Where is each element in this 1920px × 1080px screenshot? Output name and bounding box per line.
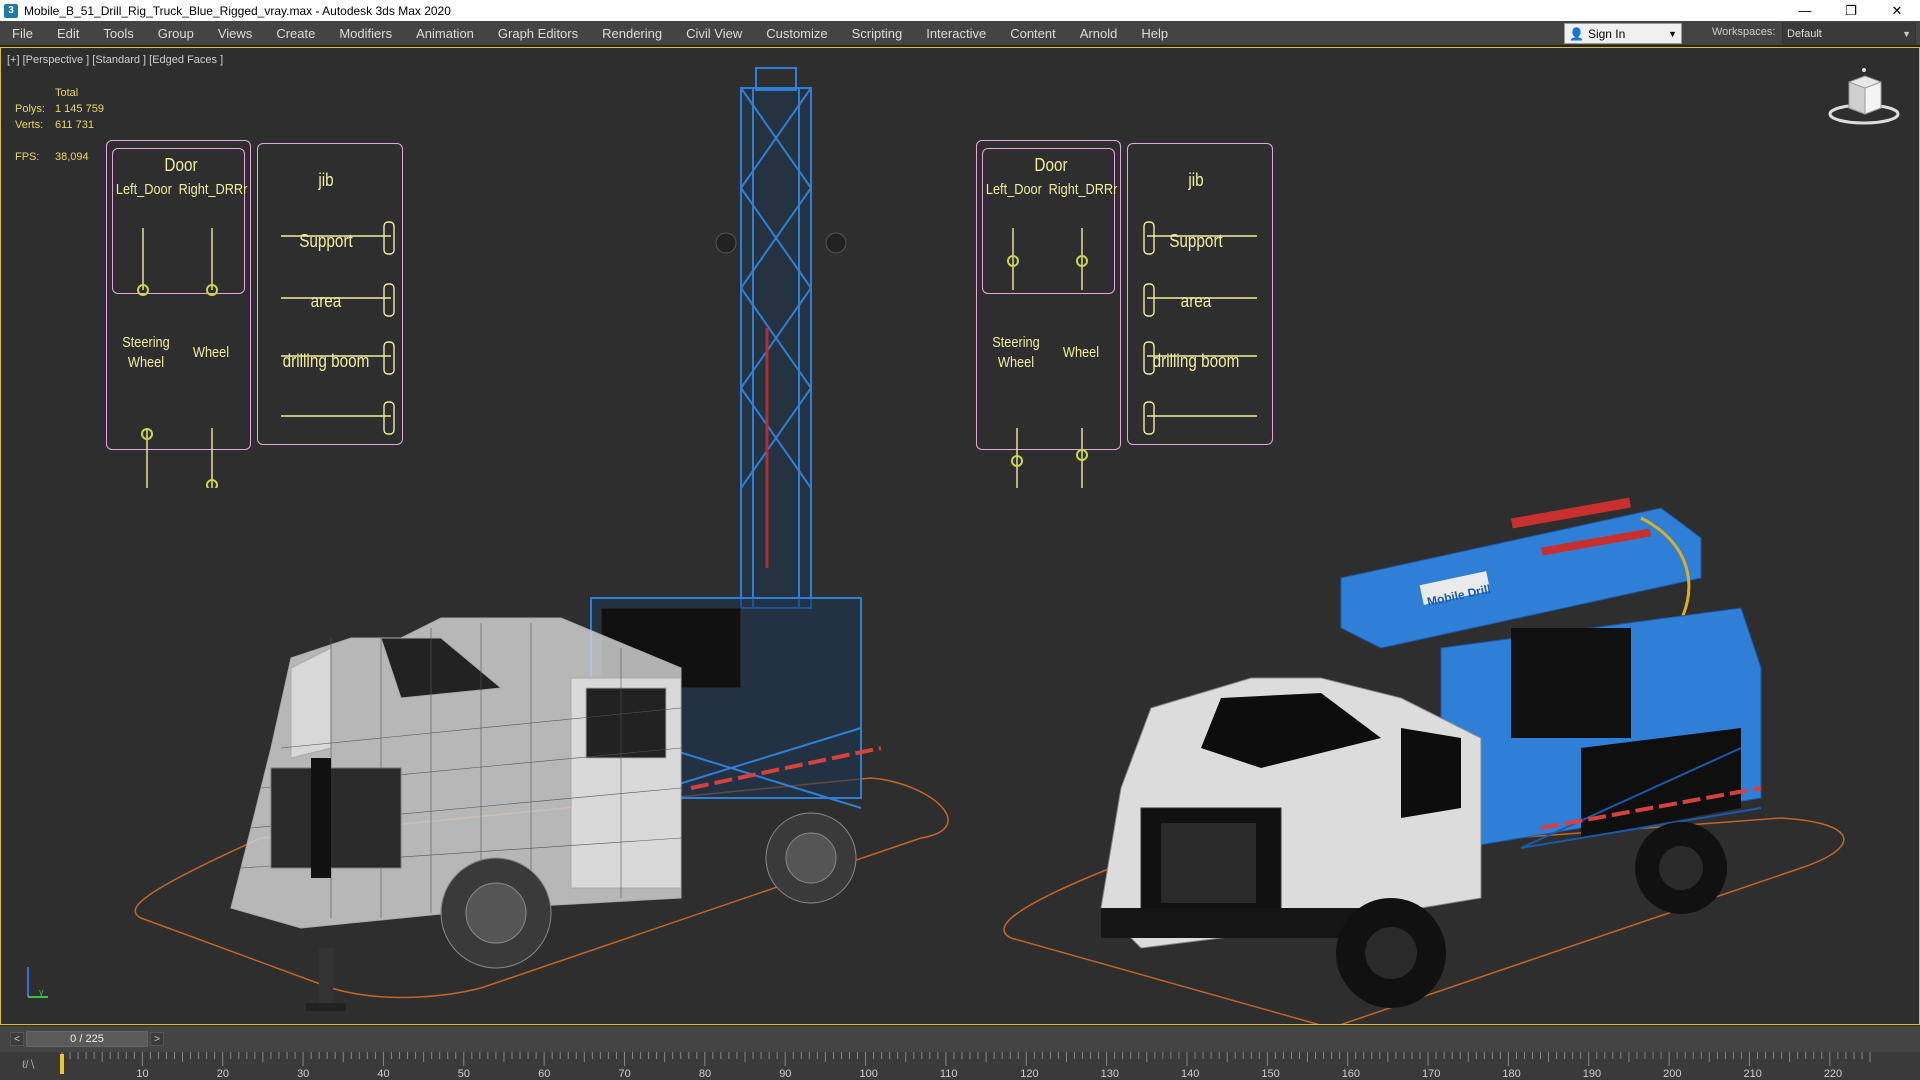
- current-frame-marker[interactable]: [60, 1054, 64, 1074]
- menu-rendering[interactable]: Rendering: [590, 21, 674, 46]
- ruler-tick-label: 50: [458, 1068, 470, 1080]
- left-door-label: Left_Door: [115, 181, 172, 198]
- ruler-tick-label: 70: [618, 1068, 630, 1080]
- time-slider-bar: < 0 / 225 >: [0, 1026, 1920, 1052]
- rendered-truck[interactable]: Mobile Drill: [1100, 497, 1762, 1008]
- menu-interactive[interactable]: Interactive: [914, 21, 998, 46]
- ruler-tick-label: 210: [1743, 1068, 1761, 1080]
- menu-scripting[interactable]: Scripting: [840, 21, 915, 46]
- door-label: Door: [1034, 155, 1068, 175]
- workspaces-select[interactable]: Default ▼: [1782, 23, 1916, 44]
- workspaces-label: Workspaces:: [1712, 26, 1776, 38]
- sign-in-dropdown[interactable]: 👤 Sign In ▼: [1564, 23, 1682, 44]
- track-bar[interactable]: ℓ/∖ 10 20 30 40 50 60 70 80 90 100 110 120 130 140 150…: [0, 1052, 1920, 1080]
- right-panel-sliders[interactable]: [971, 198, 1281, 488]
- chevron-down-icon: ▼: [1902, 28, 1911, 39]
- time-slider[interactable]: 0 / 225: [26, 1031, 148, 1047]
- ruler-tick-label: 190: [1583, 1068, 1601, 1080]
- ruler-tick-label: 160: [1342, 1068, 1360, 1080]
- track-ruler[interactable]: 10 20 30 40 50 60 70 80 90 100 110 120 130 140 150 160 1…: [0, 1052, 1920, 1080]
- door-label: Door: [164, 155, 198, 175]
- menu-help[interactable]: Help: [1129, 21, 1180, 46]
- menu-animation[interactable]: Animation: [404, 21, 486, 46]
- menu-tools[interactable]: Tools: [91, 21, 145, 46]
- menu-bar: File Edit Tools Group Views Create Modif…: [0, 21, 1920, 46]
- ruler-tick-label: 60: [538, 1068, 550, 1080]
- user-icon: 👤: [1569, 26, 1584, 41]
- previous-frame-icon[interactable]: <: [10, 1032, 24, 1046]
- ruler-tick-label: 140: [1181, 1068, 1199, 1080]
- ruler-tick-label: 90: [779, 1068, 791, 1080]
- right-door-label: Right_DRRr: [1048, 181, 1118, 198]
- menu-modifiers[interactable]: Modifiers: [327, 21, 404, 46]
- ruler-tick-label: 20: [217, 1068, 229, 1080]
- chevron-down-icon: ▼: [1668, 28, 1677, 39]
- menu-views[interactable]: Views: [206, 21, 264, 46]
- jib-label: jib: [1188, 170, 1204, 190]
- jib-label: jib: [318, 170, 334, 190]
- left-panel-sliders[interactable]: [101, 198, 411, 488]
- menu-customize[interactable]: Customize: [754, 21, 839, 46]
- workspaces-value: Default: [1787, 27, 1822, 40]
- perspective-viewport[interactable]: [+] [Perspective ] [Standard ] [Edged Fa…: [0, 47, 1920, 1025]
- menu-file[interactable]: File: [0, 21, 45, 46]
- ruler-tick-label: 80: [699, 1068, 711, 1080]
- title-bar: 3 Mobile_B_51_Drill_Rig_Truck_Blue_Rigge…: [0, 0, 1920, 21]
- ruler-tick-label: 130: [1101, 1068, 1119, 1080]
- menu-civil-view[interactable]: Civil View: [674, 21, 754, 46]
- ruler-tick-label: 100: [860, 1068, 878, 1080]
- next-frame-icon[interactable]: >: [150, 1032, 164, 1046]
- window-title: Mobile_B_51_Drill_Rig_Truck_Blue_Rigged_…: [24, 3, 451, 18]
- restore-icon[interactable]: ❐: [1828, 0, 1874, 21]
- ruler-tick-label: 180: [1502, 1068, 1520, 1080]
- left-door-label: Left_Door: [985, 181, 1042, 198]
- menu-create[interactable]: Create: [264, 21, 327, 46]
- 3ds-max-icon: 3: [4, 3, 18, 18]
- minimize-icon[interactable]: —: [1782, 0, 1828, 21]
- ruler-tick-label: 110: [940, 1068, 958, 1080]
- ruler-tick-label: 150: [1261, 1068, 1279, 1080]
- menu-graph-editors[interactable]: Graph Editors: [486, 21, 590, 46]
- sign-in-label: Sign In: [1587, 26, 1626, 41]
- ruler-tick-label: 120: [1020, 1068, 1038, 1080]
- menu-edit[interactable]: Edit: [45, 21, 91, 46]
- close-icon[interactable]: ✕: [1874, 0, 1920, 21]
- ruler-tick-label: 10: [136, 1068, 148, 1080]
- menu-group[interactable]: Group: [146, 21, 206, 46]
- ruler-tick-label: 170: [1422, 1068, 1440, 1080]
- ruler-tick-label: 30: [297, 1068, 309, 1080]
- time-slider-position: 0 / 225: [70, 1033, 104, 1045]
- ruler-tick-label: 220: [1824, 1068, 1842, 1080]
- right-door-label: Right_DRRr: [178, 181, 248, 198]
- ruler-tick-label: 40: [377, 1068, 389, 1080]
- ruler-tick-label: 200: [1663, 1068, 1681, 1080]
- menu-content[interactable]: Content: [998, 21, 1068, 46]
- menu-arnold[interactable]: Arnold: [1068, 21, 1130, 46]
